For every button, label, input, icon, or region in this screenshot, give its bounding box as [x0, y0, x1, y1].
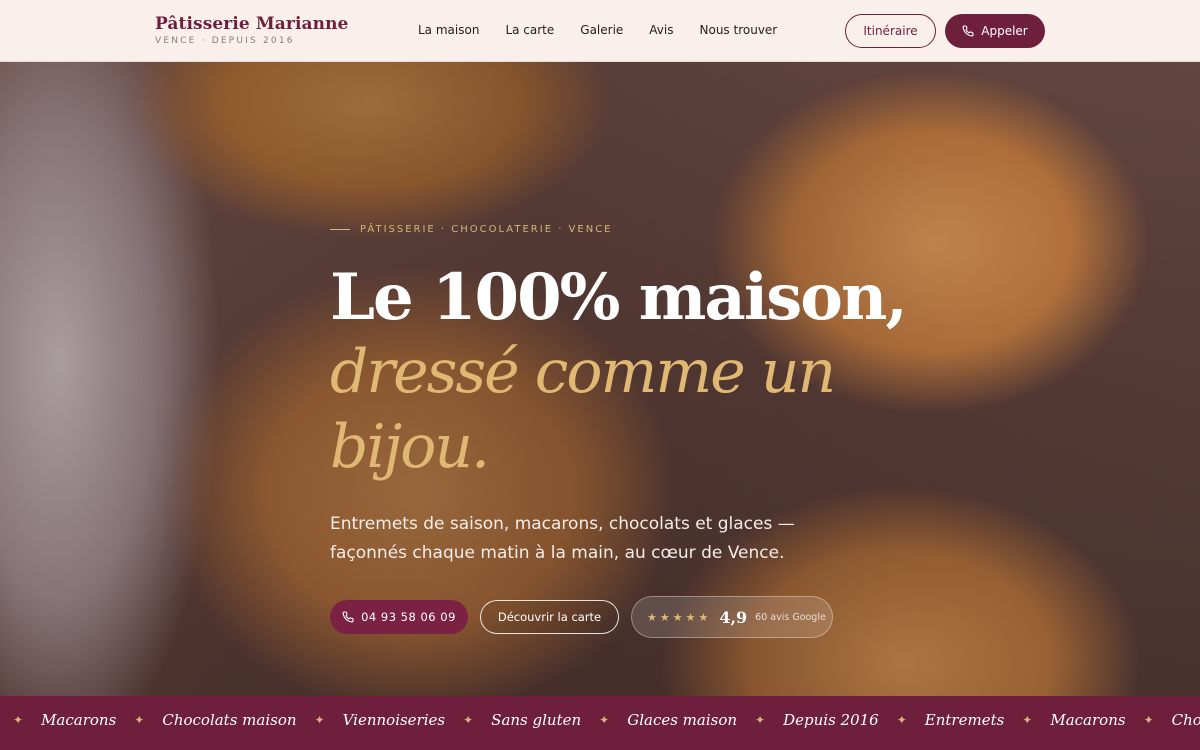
ticker-item: Macarons: [1050, 711, 1126, 729]
eyebrow-divider: [330, 229, 350, 230]
phone-call-button[interactable]: 04 93 58 06 09: [330, 600, 468, 634]
ticker-item: Macarons: [41, 711, 117, 729]
sparkle-icon: ✦: [1022, 713, 1033, 727]
hero-eyebrow: PÂTISSERIE · CHOCOLATERIE · VENCE: [330, 224, 613, 235]
sparkle-icon: ✦: [314, 713, 325, 727]
call-button-label: Appeler: [981, 24, 1028, 38]
ticker-item: Depuis 2016: [783, 711, 879, 729]
phone-icon: [962, 25, 974, 37]
brand-name: Pâtisserie Marianne: [155, 14, 349, 34]
ticker-item: Entremets: [924, 711, 1005, 729]
sparkle-icon: ✦: [134, 713, 145, 727]
phone-icon: [342, 611, 354, 623]
ticker-item: Chocolats maison: [1171, 711, 1200, 729]
hero-title-line-2: dressé comme un: [330, 337, 836, 407]
nav-link-galerie[interactable]: Galerie: [580, 23, 623, 37]
nav-link-la-carte[interactable]: La carte: [505, 23, 554, 37]
nav-link-nous-trouver[interactable]: Nous trouver: [700, 23, 778, 37]
brand-tagline: VENCE · DEPUIS 2016: [155, 36, 295, 46]
google-rating-badge: ★★★★★ 4,9 60 avis Google: [631, 596, 833, 638]
sparkle-icon: ✦: [896, 713, 907, 727]
hero-section: PÂTISSERIE · CHOCOLATERIE · VENCE Le 100…: [0, 62, 1200, 696]
main-nav: La maison La carte Galerie Avis Nous tro…: [418, 23, 803, 37]
ticker-item: Chocolats maison: [162, 711, 297, 729]
specialties-ticker: Glaces maison ✦ Macarons ✦ Chocolats maison ✦…: [0, 696, 1200, 750]
discover-menu-button[interactable]: Découvrir la carte: [480, 600, 619, 634]
call-button[interactable]: Appeler: [945, 14, 1045, 48]
brand[interactable]: Pâtisserie Marianne VENCE · DEPUIS 2016: [155, 14, 348, 46]
ticker-item: Sans gluten: [491, 711, 582, 729]
sparkle-icon: ✦: [463, 713, 474, 727]
hero-title-line-1: Le 100% maison,: [330, 260, 908, 335]
sparkle-icon: ✦: [599, 713, 610, 727]
discover-menu-label: Découvrir la carte: [497, 610, 602, 624]
itinerary-button[interactable]: Itinéraire: [845, 14, 936, 48]
ticker-track: Glaces maison ✦ Macarons ✦ Chocolats maison ✦…: [0, 711, 1200, 729]
hero-eyebrow-text: PÂTISSERIE · CHOCOLATERIE · VENCE: [360, 224, 613, 235]
phone-number: 04 93 58 06 09: [361, 610, 456, 624]
hero-lead: Entremets de saison, macarons, chocolats…: [330, 514, 795, 563]
site-header: Pâtisserie Marianne VENCE · DEPUIS 2016 …: [0, 0, 1200, 62]
ticker-item: Viennoiseries: [342, 711, 446, 729]
star-rating-icon: ★★★★★: [647, 610, 712, 624]
rating-score: 4,9: [719, 607, 748, 627]
itinerary-button-label: Itinéraire: [863, 24, 918, 38]
nav-link-avis[interactable]: Avis: [649, 23, 673, 37]
hero-actions: 04 93 58 06 09 Découvrir la carte ★★★★★ …: [330, 596, 833, 638]
ticker-item: Glaces maison: [627, 711, 738, 729]
sparkle-icon: ✦: [755, 713, 766, 727]
nav-link-la-maison[interactable]: La maison: [418, 23, 479, 37]
sparkle-icon: ✦: [13, 713, 24, 727]
hero-title-line-3: bijou.: [330, 412, 490, 482]
rating-review-count: 60 avis Google: [755, 611, 826, 623]
sparkle-icon: ✦: [1143, 713, 1154, 727]
